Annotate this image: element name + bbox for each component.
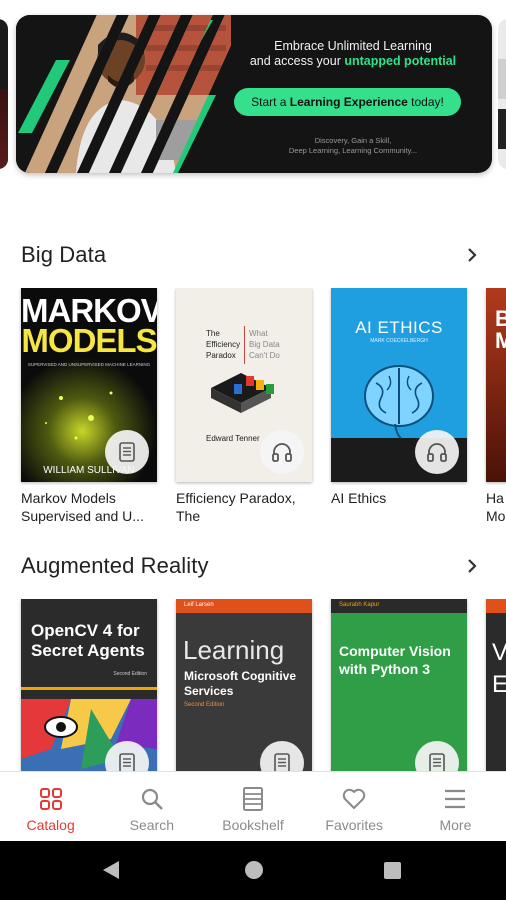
cover-title-2: with Python 3 [339, 661, 430, 677]
system-navigation-bar [0, 841, 506, 900]
book-cover[interactable]: The Efficiency Paradox What Big Data Can… [176, 288, 312, 482]
book-row-augmented-reality[interactable]: OpenCV 4 for Secret Agents Second Editio… [0, 599, 506, 771]
ebook-format-badge [260, 741, 304, 771]
section-title-augmented-reality[interactable]: Augmented Reality [21, 553, 209, 579]
nav-label: More [439, 817, 472, 833]
promo-banner[interactable]: Embrace Unlimited Learning and access yo… [16, 15, 492, 173]
nav-label: Search [129, 817, 174, 833]
book-title[interactable]: Ha Mo [486, 489, 506, 525]
chevron-right-icon[interactable] [463, 557, 481, 575]
nav-more[interactable]: More [405, 772, 506, 841]
back-icon[interactable] [103, 861, 119, 879]
book-cover[interactable]: Saurabh Kapur Computer Vision with Pytho… [331, 599, 467, 771]
menu-icon [445, 789, 466, 809]
book-cover[interactable]: OpenCV 4 for Secret Agents Second Editio… [21, 599, 157, 771]
book-card[interactable]: OpenCV 4 for Secret Agents Second Editio… [21, 599, 157, 771]
nav-label: Catalog [26, 817, 75, 833]
ebook-icon [274, 753, 290, 771]
banner-tagline: Discovery, Gain a Skill, Deep Learning, … [288, 136, 418, 155]
cover-subtitle: SUPERVISED AND UNSUPERVISED MACHINE LEAR… [27, 362, 151, 367]
banner-headline: Embrace Unlimited Learning [274, 39, 432, 53]
banner-highlight: untapped potential [344, 54, 457, 68]
catalog-grid-icon [39, 788, 62, 810]
start-learning-button[interactable]: Start a Learning Experience today! [234, 88, 461, 116]
cover-title-2: M [495, 328, 506, 353]
section-title-big-data[interactable]: Big Data [21, 242, 106, 268]
bookshelf-icon [243, 787, 263, 811]
promo-carousel[interactable]: Embrace Unlimited Learning and access yo… [0, 15, 506, 175]
book-card[interactable]: Saurabh Kapur Computer Vision with Pytho… [331, 599, 467, 771]
cover-title-3: Services [184, 684, 234, 698]
app-screen: Embrace Unlimited Learning and access yo… [0, 0, 506, 900]
cover-title-2: E [492, 671, 506, 698]
book-cover[interactable]: V E [486, 599, 506, 771]
ebook-format-badge [415, 741, 459, 771]
book-title[interactable]: Efficiency Paradox, The [176, 489, 312, 525]
previous-banner-peek[interactable] [0, 19, 8, 169]
cover-author: Saurabh Kapur [339, 602, 380, 608]
banner-copy: Embrace Unlimited Learning and access yo… [214, 15, 492, 173]
book-cover[interactable]: AI ETHICS MARK COECKELBERGH [331, 288, 467, 482]
audiobook-format-badge [260, 430, 304, 474]
ebook-icon [119, 442, 135, 462]
book-title[interactable]: Markov Models Supervised and U... [21, 489, 157, 525]
book-cover[interactable]: Leif Larsen Learning Microsoft Cognitive… [176, 599, 312, 771]
cover-title-2: MODELS [21, 322, 157, 359]
book-card[interactable]: MARKOV MODELS SUPERVISED AND UNSUPERVISE… [21, 288, 157, 525]
cover-title-2: Microsoft Cognitive [184, 669, 297, 683]
heart-icon [343, 788, 366, 809]
nav-label: Bookshelf [222, 817, 284, 833]
book-card[interactable]: B M Ha Mo [486, 288, 506, 525]
banner-subheadline: and access your untapped potential [249, 54, 457, 68]
search-icon [141, 788, 163, 810]
cover-band [486, 599, 506, 613]
banner-photo-illustration [16, 15, 231, 173]
cover-title-1: Learning [183, 635, 285, 665]
home-icon[interactable] [245, 861, 263, 879]
chevron-right-icon[interactable] [463, 246, 481, 264]
cover-edition: Second Edition [184, 702, 225, 708]
ebook-icon [119, 753, 135, 771]
cover-title-1: V [492, 639, 506, 666]
nav-catalog[interactable]: Catalog [0, 772, 101, 841]
audiobook-format-badge [415, 430, 459, 474]
book-cover[interactable]: B M [486, 288, 506, 482]
ebook-icon [429, 753, 445, 771]
bottom-navigation: Catalog Search Bookshelf Favorites More [0, 771, 506, 841]
cover-title-1: Computer Vision [339, 643, 451, 659]
headphones-icon [272, 443, 292, 462]
book-row-big-data[interactable]: MARKOV MODELS SUPERVISED AND UNSUPERVISE… [0, 288, 506, 538]
cover-author: Edward Tenner [206, 434, 260, 443]
book-card[interactable]: V E [486, 599, 506, 771]
headphones-icon [427, 443, 447, 462]
nav-label: Favorites [325, 817, 383, 833]
book-title[interactable]: AI Ethics [331, 489, 467, 507]
book-card[interactable]: AI ETHICS MARK COECKELBERGH AI Ethics [331, 288, 467, 507]
nav-search[interactable]: Search [101, 772, 202, 841]
next-banner-peek[interactable] [498, 19, 506, 169]
recent-apps-icon[interactable] [384, 862, 401, 879]
book-cover[interactable]: MARKOV MODELS SUPERVISED AND UNSUPERVISE… [21, 288, 157, 482]
book-card[interactable]: Leif Larsen Learning Microsoft Cognitive… [176, 599, 312, 771]
ebook-format-badge [105, 430, 149, 474]
book-card[interactable]: The Efficiency Paradox What Big Data Can… [176, 288, 312, 525]
nav-bookshelf[interactable]: Bookshelf [202, 772, 303, 841]
nav-favorites[interactable]: Favorites [304, 772, 405, 841]
cover-author: Leif Larsen [184, 602, 214, 608]
